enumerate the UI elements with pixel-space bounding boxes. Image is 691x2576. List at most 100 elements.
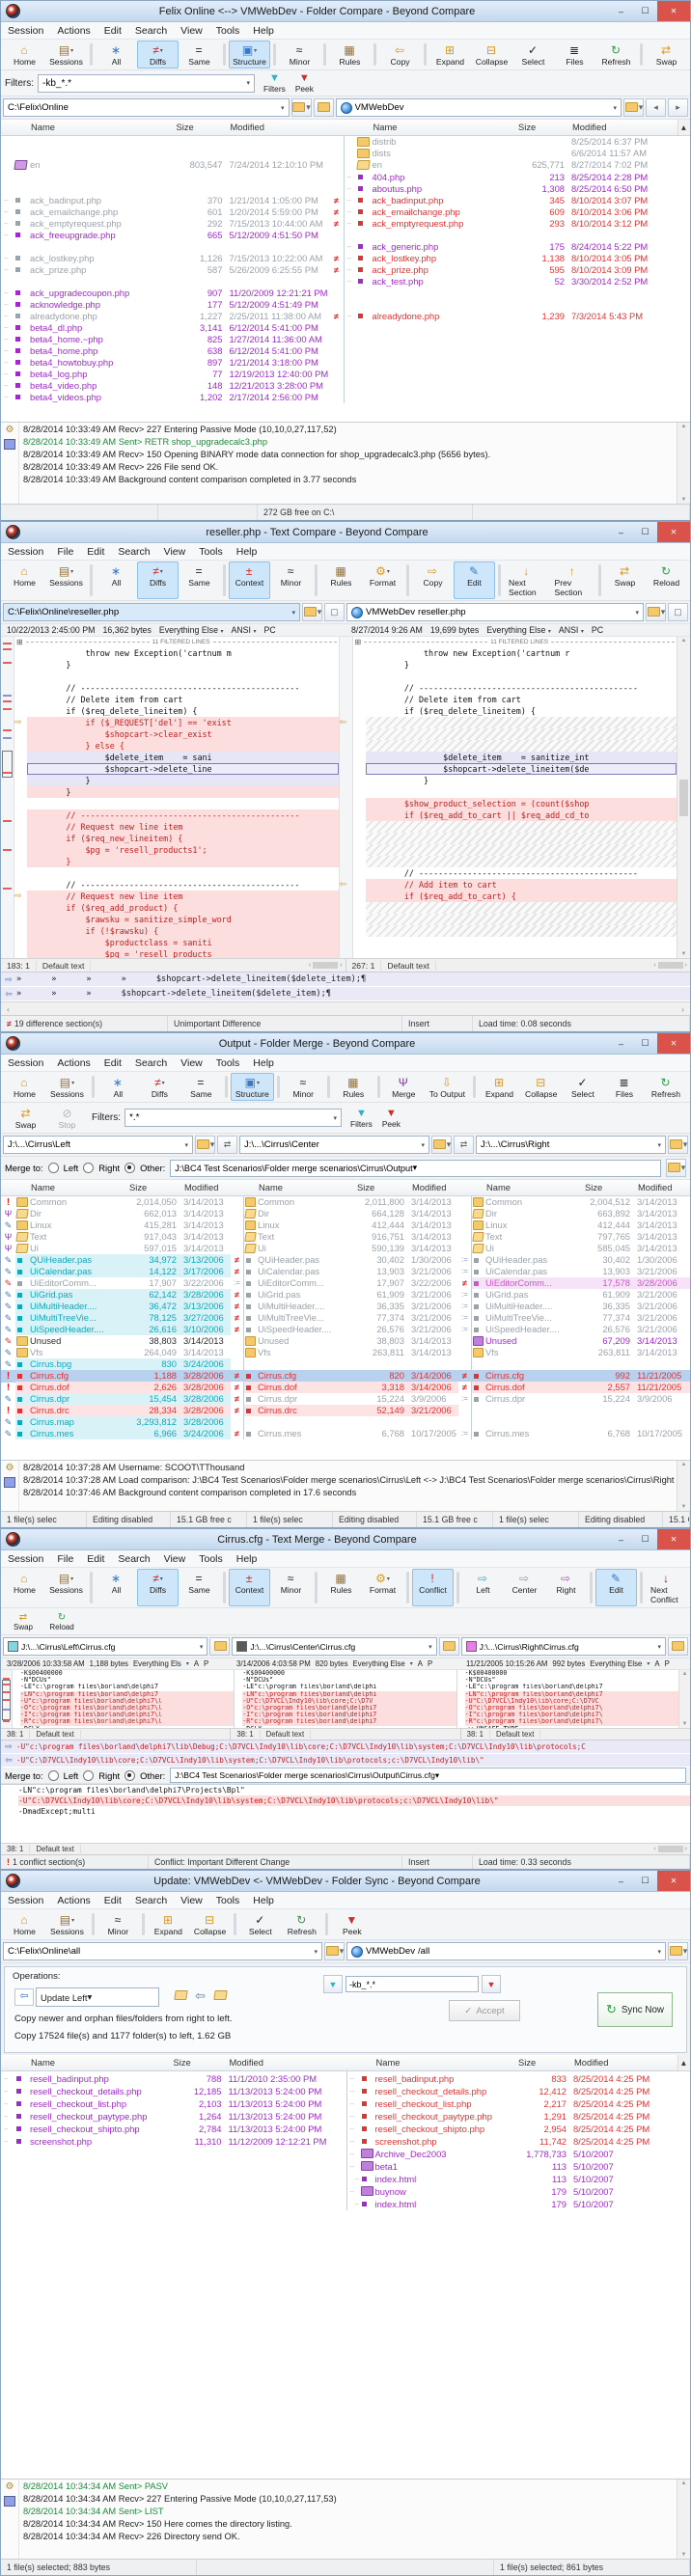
file-row[interactable]: UiMultiTreeVie... 78,125 3/27/2006 ≠ UiM… (1, 1312, 690, 1324)
toolbar-button[interactable]: ▦Rules (333, 1073, 374, 1101)
file-row[interactable]: buynow 179 5/10/2007 (1, 2184, 690, 2197)
diff-map-strip[interactable] (1, 637, 14, 958)
toolbar-button[interactable] (377, 1076, 380, 1098)
col-size[interactable]: Size (354, 1180, 409, 1195)
format-dropdown[interactable]: Everything Else ▾ (486, 625, 551, 635)
titlebar[interactable]: Cirrus.cfg - Text Merge - Beyond Compare… (1, 1529, 690, 1550)
expand-icon[interactable]: ⊞ (16, 638, 23, 646)
menu-item[interactable]: Edit (97, 25, 128, 37)
file-row[interactable]: resell_checkout_details.php 12,185 11/13… (1, 2084, 690, 2096)
toolbar-button[interactable]: ∗All (96, 1569, 137, 1606)
col-modified[interactable]: Modified (635, 1180, 690, 1195)
browse-folder-button[interactable] (668, 1637, 688, 1656)
minimize-button[interactable]: – (609, 1036, 633, 1052)
minimize-button[interactable]: – (609, 4, 633, 19)
toolbar-button[interactable] (92, 1913, 95, 1935)
toolbar-button[interactable]: ▤▾Sessions (45, 1073, 89, 1101)
copy-section-arrow[interactable]: ⇦ (340, 718, 347, 726)
file-row[interactable]: UiCalendar.pas 14,122 3/17/2006 ≠ UiCale… (1, 1266, 690, 1277)
toolbar-button[interactable] (323, 43, 326, 66)
browse-folder-button[interactable]: ▾ (666, 1159, 686, 1177)
right-file-combo[interactable]: J:\...\Cirrus\Right\Cirrus.cfg▾ (461, 1637, 666, 1656)
save-icon[interactable] (4, 1477, 15, 1488)
file-row[interactable]: UiMultiHeader.... 36,472 3/13/2006 ≠ UiM… (1, 1301, 690, 1312)
toolbar-button[interactable]: ⊞Expand (429, 41, 471, 69)
menu-item[interactable]: Help (230, 1553, 264, 1565)
copy-section-arrow[interactable]: ⇦ (340, 880, 347, 889)
gear-icon[interactable]: ⚙ (6, 1464, 14, 1473)
toolbar-button[interactable] (223, 564, 226, 596)
file-row[interactable]: UiGrid.pas 62,142 3/28/2006 ≠ UiGrid.pas… (1, 1289, 690, 1301)
menu-item[interactable]: Tools (192, 546, 230, 558)
minimize-button[interactable]: – (609, 525, 633, 540)
toolbar-button[interactable]: ⌂Home (4, 562, 45, 599)
line-detail-row[interactable]: ⇦» » » $shopcart->delete_lineitem($delet… (1, 987, 690, 1001)
file-row[interactable]: alreadydone.php 1,227 2/25/2011 11:38:00… (1, 310, 690, 321)
toolbar-button[interactable]: =Same (180, 1073, 222, 1101)
file-row[interactable]: en 803,547 7/24/2014 12:10:10 PM en 625,… (1, 159, 690, 171)
filter-button[interactable]: ▼Filters (259, 71, 290, 95)
funnel-icon[interactable]: ▼ (323, 1975, 343, 1993)
file-row[interactable]: Cirrus.cfg 1,188 3/28/2006 ≠ Cirrus.cfg … (1, 1370, 690, 1382)
grammar-mode[interactable]: Default text (490, 1730, 540, 1739)
file-row[interactable]: ack_prize.php 587 5/26/2009 6:25:55 PM ≠… (1, 263, 690, 275)
menu-item[interactable]: Tools (209, 1057, 247, 1069)
grammar-mode[interactable]: Default text (30, 1730, 80, 1739)
menu-item[interactable]: File (50, 1553, 80, 1565)
col-modified[interactable]: Modified (181, 1180, 231, 1195)
menu-item[interactable]: Search (111, 1553, 156, 1565)
file-row[interactable]: screenshot.php 11,310 11/12/2009 12:12:2… (1, 2134, 690, 2147)
browse-folder-button[interactable]: ▾ (302, 603, 322, 621)
menu-item[interactable]: Search (128, 1895, 174, 1906)
menu-item[interactable]: Search (128, 1057, 174, 1069)
sync-mode-dropdown[interactable]: Update Left▾ (36, 1987, 159, 2007)
toolbar-button[interactable]: ✎Edit (595, 1569, 637, 1606)
toolbar-button[interactable]: ↓Next Section (504, 562, 550, 599)
menu-item[interactable]: Actions (50, 1895, 97, 1906)
menu-item[interactable]: Session (1, 25, 50, 37)
browse-folder-button[interactable]: ▾ (195, 1136, 215, 1154)
grammar-mode[interactable]: Default text (261, 1730, 311, 1739)
file-row[interactable]: Vfs 264,049 3/14/2013 Vfs 263,811 3/14/2… (1, 1347, 690, 1358)
toolbar-button[interactable] (234, 1913, 236, 1935)
file-row[interactable]: ack_test.php 52 3/30/2014 2:52 PM (1, 275, 690, 287)
toolbar-button[interactable]: ≈Minor (283, 1073, 324, 1101)
file-row[interactable]: ack_lostkey.php 1,126 7/15/2013 10:22:00… (1, 252, 690, 263)
scrollbar[interactable]: ▲▼ (677, 2480, 690, 2559)
menu-item[interactable]: Search (128, 25, 174, 37)
copy-section-arrow[interactable]: ⇨ (14, 891, 22, 900)
maximize-button[interactable]: ☐ (633, 1532, 657, 1548)
toolbar-button[interactable]: ≈Minor (270, 1569, 312, 1606)
menu-item[interactable]: View (174, 1895, 209, 1906)
sync-now-button[interactable]: ↻Sync Now (597, 1992, 673, 2027)
right-path-combo[interactable]: VMWebDev/all▾ (346, 1942, 666, 1960)
toolbar-button[interactable]: ⇨Copy (412, 562, 454, 599)
file-row[interactable]: Unused 38,803 3/14/2013 Unused 38,803 3/… (1, 1335, 690, 1347)
right-file-combo[interactable]: VMWebDevreseller.php▾ (346, 603, 644, 621)
menu-item[interactable]: Edit (80, 1553, 111, 1565)
menu-item[interactable]: Edit (80, 546, 111, 558)
file-row[interactable]: Common 2,014,050 3/14/2013 Common 2,011,… (1, 1196, 690, 1208)
file-row[interactable]: Dir 662,013 3/14/2013 Dir 664,128 3/14/2… (1, 1208, 690, 1219)
file-row[interactable]: Text 917,043 3/14/2013 Text 916,751 3/14… (1, 1231, 690, 1243)
toolbar-button[interactable]: ✎Edit (454, 562, 495, 599)
toolbar-button[interactable]: ⇨Center (504, 1569, 545, 1606)
menu-item[interactable]: Session (1, 546, 50, 558)
file-row[interactable]: beta4_videos.php 1,202 2/17/2014 2:56:00… (1, 391, 690, 402)
output-pane[interactable]: -LN"c:\program files\borland\delphi7\Pro… (1, 1784, 690, 1843)
toolbar-button[interactable]: ▦Rules (320, 562, 362, 599)
menu-item[interactable]: Edit (97, 1057, 128, 1069)
viewport-indicator[interactable] (2, 1680, 11, 1720)
file-row[interactable]: resell_badinput.php 788 11/1/2010 2:35:0… (1, 2071, 690, 2084)
minimize-button[interactable]: – (609, 1874, 633, 1889)
toolbar-button[interactable] (223, 43, 226, 66)
toolbar-button[interactable]: ↻Reload (42, 1609, 81, 1633)
file-row[interactable]: beta4_home.php 638 6/12/2014 5:41:00 PM (1, 344, 690, 356)
toolbar-button[interactable] (598, 564, 601, 596)
grammar-mode[interactable]: Default text (37, 961, 91, 971)
toolbar-button[interactable] (142, 1913, 145, 1935)
toolbar-button[interactable]: ∗All (97, 1073, 139, 1101)
browse-folder-button[interactable]: ▾ (646, 603, 666, 621)
col-name[interactable]: Name (28, 1180, 126, 1195)
menu-item[interactable]: Help (246, 25, 281, 37)
